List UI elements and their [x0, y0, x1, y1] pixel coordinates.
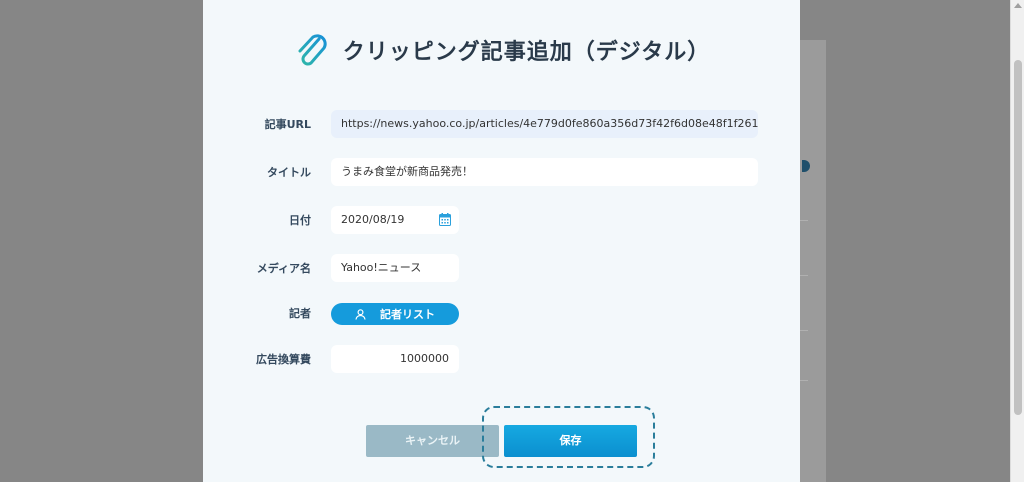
ad-value-row: 広告換算費 1000000	[203, 345, 800, 373]
scrollbar-thumb[interactable]	[1014, 60, 1022, 415]
title-row: タイトル うまみ食堂が新商品発売！	[203, 158, 800, 186]
dialog-title: クリッピング記事追加（デジタル）	[342, 40, 711, 65]
title-label: タイトル	[267, 166, 311, 179]
paperclip-icon	[298, 34, 327, 66]
date-field[interactable]: 2020/08/19	[331, 206, 459, 234]
media-label: メディア名	[256, 262, 311, 275]
date-value: 2020/08/19	[341, 213, 405, 226]
reporter-list-label: 記者リスト	[380, 308, 435, 321]
ad-value-label: 広告換算費	[256, 353, 311, 366]
reporter-list-button[interactable]: 記者リスト	[331, 303, 459, 325]
media-row: メディア名 Yahoo!ニュース	[203, 254, 800, 282]
url-field[interactable]: https://news.yahoo.co.jp/articles/4e779d…	[331, 110, 758, 138]
date-label: 日付	[289, 214, 311, 227]
calendar-icon[interactable]	[439, 213, 451, 226]
media-field[interactable]: Yahoo!ニュース	[331, 254, 459, 282]
reporter-row: 記者 記者リスト	[203, 299, 800, 327]
url-row: 記事URL https://news.yahoo.co.jp/articles/…	[203, 110, 800, 138]
save-button[interactable]: 保存	[504, 425, 637, 457]
background-divider	[800, 220, 808, 221]
page-scrollbar[interactable]	[1010, 0, 1024, 482]
background-divider	[800, 330, 808, 331]
user-icon	[355, 308, 366, 320]
title-field[interactable]: うまみ食堂が新商品発売！	[331, 158, 758, 186]
background-divider	[800, 275, 808, 276]
date-row: 日付 2020/08/19	[203, 206, 800, 234]
dialog-header: クリッピング記事追加（デジタル）	[203, 26, 800, 74]
clipping-add-dialog: クリッピング記事追加（デジタル） 記事URL https://news.yaho…	[203, 0, 800, 482]
ad-value-field[interactable]: 1000000	[331, 345, 459, 373]
scroll-up-arrow-icon[interactable]	[1014, 3, 1022, 8]
reporter-label: 記者	[289, 307, 311, 320]
url-label: 記事URL	[264, 118, 311, 131]
cancel-button[interactable]: キャンセル	[366, 425, 499, 457]
background-divider	[800, 380, 808, 381]
